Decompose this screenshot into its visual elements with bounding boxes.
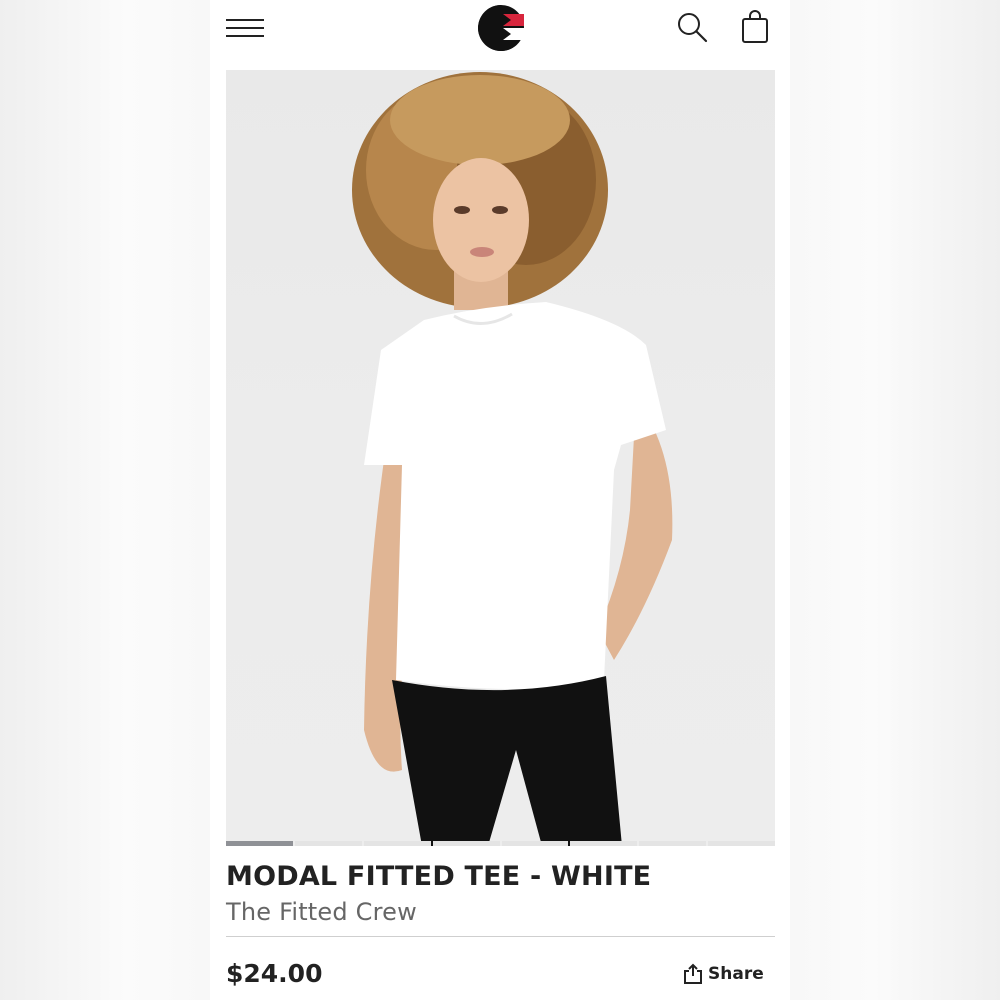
pager-segment[interactable] — [708, 841, 775, 846]
brand-logo-icon[interactable] — [477, 4, 525, 52]
share-label: Share — [708, 964, 764, 984]
product-image[interactable] — [226, 70, 775, 846]
shopping-bag-icon[interactable] — [740, 10, 770, 44]
product-page: MODAL FITTED TEE - WHITE The Fitted Crew… — [210, 0, 790, 1000]
divider — [226, 936, 775, 937]
pager-segment[interactable] — [432, 841, 500, 846]
hamburger-menu-icon[interactable] — [226, 16, 266, 40]
product-title: MODAL FITTED TEE - WHITE — [226, 861, 652, 892]
pager-segment[interactable] — [363, 841, 431, 846]
blurred-backdrop-right — [790, 0, 1000, 1000]
image-pager[interactable] — [226, 841, 775, 846]
product-price: $24.00 — [226, 959, 323, 988]
pager-segment[interactable] — [639, 841, 707, 846]
product-subtitle: The Fitted Crew — [226, 898, 417, 926]
blurred-backdrop-left — [0, 0, 210, 1000]
pager-segment[interactable] — [501, 841, 569, 846]
pager-segment[interactable] — [294, 841, 362, 846]
model-photo-illustration — [352, 72, 673, 846]
share-button[interactable]: Share — [682, 963, 764, 985]
share-icon — [684, 963, 702, 984]
pager-segment[interactable] — [570, 841, 638, 846]
search-icon[interactable] — [676, 11, 708, 43]
pager-segment-active[interactable] — [226, 841, 293, 846]
